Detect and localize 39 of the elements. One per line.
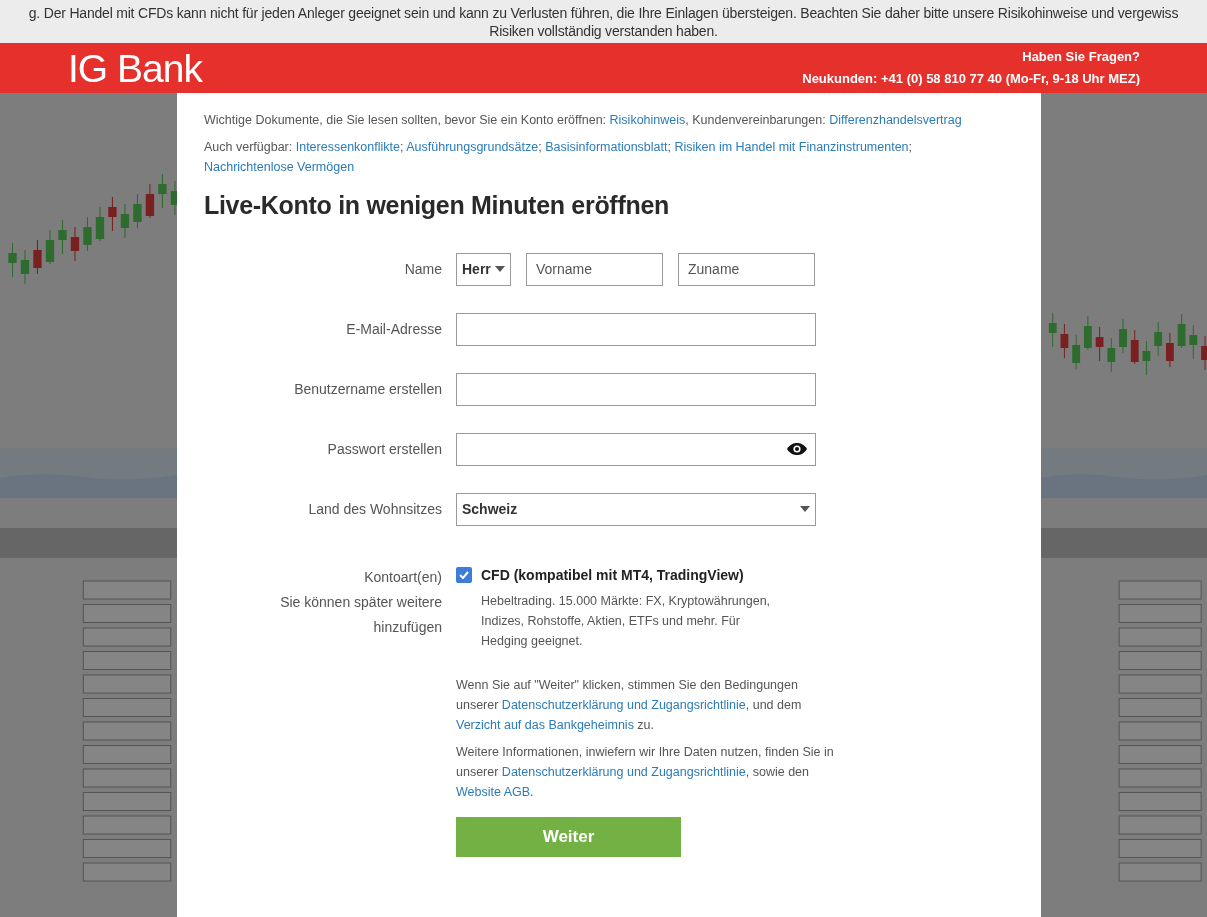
text-link[interactable]: Datenschutzerklärung und Zugangsrichtlinie [501,764,746,779]
password-field[interactable] [456,432,816,466]
last-name-field[interactable]: Zuname [678,252,815,286]
phone-number: Neukunden: +41 (0) 58 810 77 40 (Mo-Fr, 9-18 Uhr MEZ) [802,70,1140,88]
option-label: CFD (kompatibel mit MT4, TradingView) [481,565,744,585]
text-link[interactable]: Nachrichtenlose Vermögen [204,160,355,174]
help-heading: Haben Sie Fragen? [1022,48,1140,66]
text-field[interactable] [456,372,816,406]
field-hint: Sie können später weitere hinzufügen [279,592,442,637]
first-name-field[interactable]: Vorname [526,252,663,286]
caret-icon [495,266,505,272]
risk-warning: Risiken vollständig verstanden haben. [489,21,718,40]
caret-icon [800,506,810,512]
check-icon [459,571,469,579]
field-label: Passwort erstellen [326,439,442,459]
field-label: Land des Wohnsitzes [307,499,442,519]
text-link[interactable]: Datenschutzerklärung und Zugangsrichtlinie [501,697,746,712]
document-note: Auch verfügbar: Interessenkonflikte; Ausführungsgrundsätze; Basisinformationsblatt; Risiken im Handel mit Finanzinstrumenten; Nachrichtenlose Vermögen [204,139,914,176]
eye-icon[interactable] [787,443,807,455]
continue-button[interactable]: Weiter [456,816,681,857]
field-label: Kontoart(en) [364,567,442,587]
risk-warning: g. Der Handel mit CFDs kann nicht für jeden Anleger geeignet sein und kann zu Verlusten führen, die Ihre Einlagen übersteigen. Beachten Sie daher bitte unsere Risikohinweise und vergewiss [28,3,1179,22]
consent-text: Weitere Informationen, inwiefern wir Ihre Daten nutzen, finden Sie in unserer Datenschutzerklärung und Zugangsrichtlinie, sowie den Website AGB. [456,743,835,801]
page-title: Live-Konto in wenigen Minuten eröffnen [204,190,670,221]
consent-text: Wenn Sie auf "Weiter" klicken, stimmen Sie den Bedingungen unserer Datenschutzerklärung und Zugangsrichtlinie, und dem Verzicht auf das Bankgeheimnis zu. [456,676,803,734]
logo: IG Bank [68,48,202,88]
checkbox[interactable] [456,567,472,583]
country-select[interactable]: Schweiz [456,492,816,526]
field-label: E-Mail-Adresse [345,319,442,339]
text-link[interactable]: Risiken im Handel mit Finanzinstrumenten [674,140,909,154]
text-link[interactable]: Verzicht auf das Bankgeheimnis [456,717,634,732]
document-note: Wichtige Dokumente, die Sie lesen sollten, bevor Sie ein Konto eröffnen: Risikohinweis, Kundenvereinbarungen: Differenzhandelsvertrag [204,112,963,129]
field-label: Benutzername erstellen [293,379,442,399]
text-link[interactable]: Interessenkonflikte [295,140,400,154]
field-label: Name [403,259,442,279]
option-description: Hebeltrading. 15.000 Märkte: FX, Kryptowährungen, Indizes, Rohstoffe, Aktien, ETFs und mehr. Für Hedging geeignet. [481,592,772,650]
salutation-select[interactable]: Herr [456,252,511,286]
text-link[interactable]: Differenzhandelsvertrag [829,113,962,127]
text-field[interactable] [456,312,816,346]
